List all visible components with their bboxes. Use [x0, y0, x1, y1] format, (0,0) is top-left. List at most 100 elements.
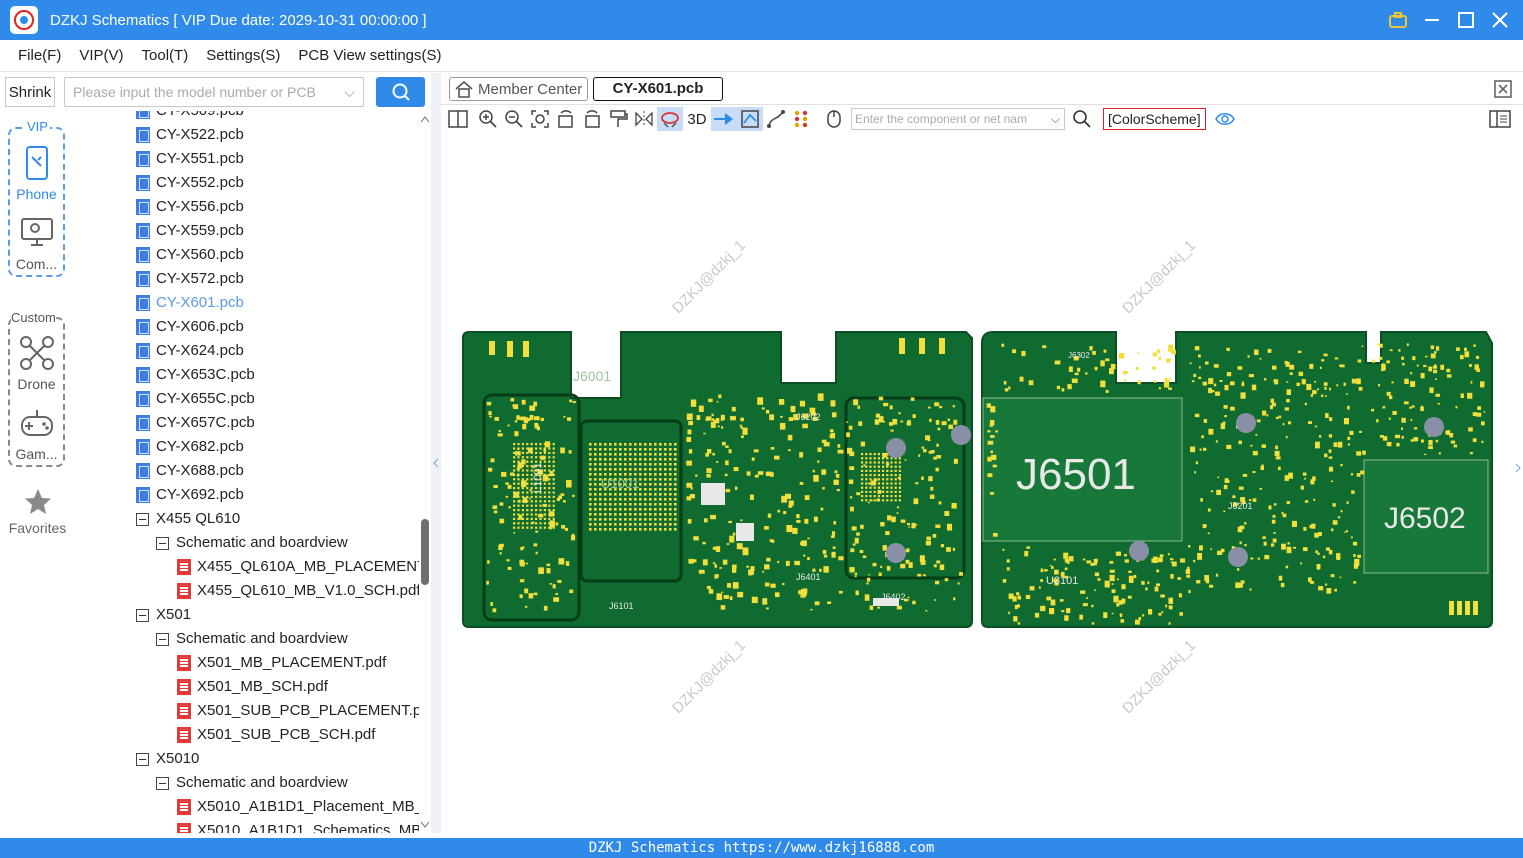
mouse-icon[interactable]: [821, 107, 847, 131]
menu-vip[interactable]: VIP(V): [69, 47, 131, 64]
tree-subgroup[interactable]: Schematic and boardview: [156, 531, 348, 555]
scroll-down-icon[interactable]: [420, 821, 430, 829]
model-search-input[interactable]: Please input the model number or PCB ⌵: [64, 77, 364, 107]
menu-file[interactable]: File(F): [0, 47, 69, 64]
tree-pcb-file[interactable]: CY-X653C.pcb: [136, 363, 255, 387]
menu-settings[interactable]: Settings(S): [196, 47, 288, 64]
pcb-canvas[interactable]: DZKJ@dzkj_1 DZKJ@dzkj_1 DZKJ@dzkj_1 DZKJ…: [441, 133, 1523, 833]
tree-pcb-file[interactable]: CY-X601.pcb: [136, 291, 244, 315]
tab-member-center[interactable]: Member Center: [449, 77, 588, 101]
tree-pcb-file[interactable]: CY-X509.pcb: [136, 111, 244, 123]
menu-tool[interactable]: Tool(T): [132, 47, 197, 64]
tree-pcb-file[interactable]: CY-X522.pcb: [136, 123, 244, 147]
tree-pdf-file[interactable]: X501_MB_PLACEMENT.pdf: [177, 651, 386, 675]
pcb-pad: [865, 499, 868, 502]
minimize-button[interactable]: [1421, 9, 1443, 31]
menu-pcb-view-settings[interactable]: PCB View settings(S): [288, 47, 449, 64]
chevron-down-icon[interactable]: ⌵: [344, 78, 355, 106]
briefcase-icon[interactable]: [1387, 9, 1409, 31]
tree-pdf-file[interactable]: X455_QL610_MB_V1.0_SCH.pdf: [177, 579, 419, 603]
tree-pcb-file[interactable]: CY-X688.pcb: [136, 459, 244, 483]
fit-view-icon[interactable]: [527, 107, 553, 131]
mirror-icon[interactable]: [631, 107, 657, 131]
color-scheme-button[interactable]: [ColorScheme]: [1103, 108, 1206, 130]
pcb-pad: [880, 565, 883, 569]
pin-arrow-icon[interactable]: [711, 107, 737, 131]
tree-subgroup[interactable]: Schematic and boardview: [156, 771, 348, 795]
pcb-pad: [489, 341, 495, 355]
tree-pcb-file[interactable]: CY-X556.pcb: [136, 195, 244, 219]
nav-drone[interactable]: Drone: [10, 335, 63, 392]
tree-group[interactable]: X455 QL610: [136, 507, 240, 531]
tree-pcb-file[interactable]: CY-X682.pcb: [136, 435, 244, 459]
tree-pdf-file[interactable]: X501_SUB_PCB_PLACEMENT.pdf: [177, 699, 419, 723]
maximize-button[interactable]: [1455, 9, 1477, 31]
nav-computer[interactable]: Com...: [10, 215, 63, 272]
component-dropdown-icon[interactable]: ⌵: [1051, 109, 1060, 129]
tree-pdf-file[interactable]: X501_SUB_PCB_SCH.pdf: [177, 723, 375, 747]
split-view-icon[interactable]: [445, 107, 471, 131]
pcb-pad: [1349, 430, 1354, 435]
tree-group[interactable]: X5010: [136, 747, 199, 771]
collapse-toggle-icon[interactable]: [136, 752, 149, 766]
panel-splitter[interactable]: [431, 73, 441, 833]
collapse-toggle-icon[interactable]: [156, 776, 169, 790]
trace-route-icon[interactable]: [763, 107, 789, 131]
collapse-toggle-icon[interactable]: [136, 512, 149, 526]
pcb-pad: [505, 495, 509, 498]
tree-pdf-file[interactable]: X455_QL610A_MB_PLACEMENT_V: [177, 555, 419, 579]
pcb-pad: [1029, 586, 1035, 591]
component-search-icon[interactable]: [1069, 107, 1095, 131]
close-button[interactable]: [1489, 9, 1511, 31]
collapse-toggle-icon[interactable]: [136, 608, 149, 622]
tree-pcb-file[interactable]: CY-X692.pcb: [136, 483, 244, 507]
tree-pcb-file[interactable]: CY-X572.pcb: [136, 267, 244, 291]
tree-pcb-file[interactable]: CY-X551.pcb: [136, 147, 244, 171]
collapse-left-icon[interactable]: [432, 458, 440, 468]
3d-view-button[interactable]: 3D: [683, 107, 711, 131]
rotate-left-icon[interactable]: [553, 107, 579, 131]
pcb-pad: [1271, 519, 1276, 524]
tree-scrollbar[interactable]: [419, 111, 431, 833]
component-search-input[interactable]: Enter the component or net nam ⌵: [851, 108, 1065, 130]
paint-roller-icon[interactable]: [605, 107, 631, 131]
tree-pcb-file[interactable]: CY-X624.pcb: [136, 339, 244, 363]
pcb-pad: [1286, 546, 1292, 554]
pcb-pad: [890, 486, 893, 489]
eye-icon[interactable]: [1212, 107, 1238, 131]
tree-pcb-file[interactable]: CY-X655C.pcb: [136, 387, 255, 411]
close-tabs-icon[interactable]: [1493, 79, 1513, 99]
tree-pcb-file[interactable]: CY-X657C.pcb: [136, 411, 255, 435]
nav-phone[interactable]: Phone: [10, 145, 63, 202]
scroll-up-icon[interactable]: [420, 115, 430, 123]
nav-game[interactable]: Gam...: [10, 405, 63, 462]
tree-pdf-file[interactable]: X5010_A1B1D1_Schematics_MB_V: [177, 819, 419, 833]
rotate-right-icon[interactable]: [579, 107, 605, 131]
collapse-toggle-icon[interactable]: [156, 632, 169, 646]
tree-group[interactable]: X501: [136, 603, 191, 627]
side-panel-icon[interactable]: [1487, 107, 1513, 131]
tree-scrollbar-thumb[interactable]: [421, 519, 429, 585]
tab-cy-x601[interactable]: CY-X601.pcb: [593, 77, 723, 101]
collapse-right-icon[interactable]: [1514, 463, 1523, 473]
collapse-toggle-icon[interactable]: [156, 536, 169, 550]
nav-favorites[interactable]: Favorites: [0, 487, 75, 536]
tree-pcb-file[interactable]: CY-X552.pcb: [136, 171, 244, 195]
tree-pcb-file[interactable]: CY-X559.pcb: [136, 219, 244, 243]
layer-view-icon[interactable]: [737, 107, 763, 131]
search-button[interactable]: [376, 77, 425, 107]
highlight-net-icon[interactable]: [657, 107, 683, 131]
tree-pdf-file[interactable]: X5010_A1B1D1_Placement_MB_V: [177, 795, 419, 819]
pcb-pad: [1068, 366, 1073, 372]
tree-subgroup[interactable]: Schematic and boardview: [156, 627, 348, 651]
tree-pcb-file[interactable]: CY-X606.pcb: [136, 315, 244, 339]
shrink-button[interactable]: Shrink: [5, 77, 55, 107]
tree-pdf-file[interactable]: X501_MB_SCH.pdf: [177, 675, 328, 699]
pcb-pad: [941, 421, 947, 426]
zoom-in-icon[interactable]: [475, 107, 501, 131]
zoom-out-icon[interactable]: [501, 107, 527, 131]
tree-pcb-file[interactable]: CY-X560.pcb: [136, 243, 244, 267]
pcb-board-drawing[interactable]: J6501 J6502 J6001 U1001 J6202 J6401 J640…: [441, 133, 1523, 833]
pcb-pad: [539, 495, 542, 498]
color-dots-icon[interactable]: [789, 107, 815, 131]
